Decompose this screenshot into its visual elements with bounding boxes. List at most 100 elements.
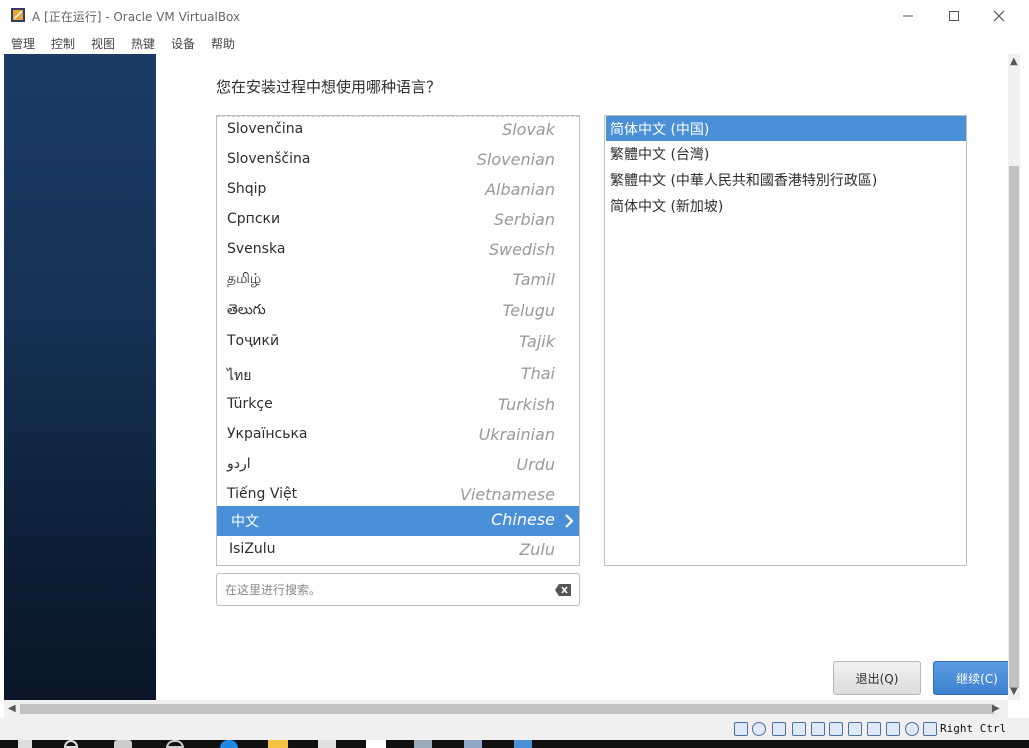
continue-button[interactable]: 继续(C) [933,661,1008,695]
cube-app-icon[interactable] [414,740,432,748]
language-row-tamil[interactable]: தமிழ் Tamil [217,266,579,296]
language-native-name: 中文 [231,514,259,530]
language-row-zulu[interactable]: IsiZulu Zulu [217,536,579,565]
window-title: A [正在运行] - Oracle VM VirtualBox [32,10,241,24]
minimize-icon [903,15,913,17]
optical-drive-icon[interactable] [752,722,766,736]
browser-icon[interactable] [166,740,184,748]
language-row-albanian[interactable]: Shqip Albanian [217,176,579,206]
locale-row[interactable]: 繁體中文 (台灣) [606,141,966,166]
language-list[interactable]: Slovenčina Slovak Slovenščina Slovenian … [216,115,580,566]
language-english-name: Slovak [502,120,555,139]
vm-display[interactable]: 您在安装过程中想使用哪种语言？ Slovenčina Slovak Sloven… [4,54,1008,700]
language-english-name: Chinese [491,510,555,529]
language-english-name: Zulu [519,540,555,559]
app-icon[interactable] [464,740,482,748]
quit-button[interactable]: 退出(Q) [833,661,921,695]
scroll-right-icon[interactable]: ▶ [992,703,1000,714]
search-input[interactable] [225,574,545,605]
horizontal-scroll-thumb[interactable] [20,704,994,714]
language-question: 您在安装过程中想使用哪种语言？ [216,78,442,96]
mouse-integration-icon[interactable] [905,722,919,736]
installer-sidebar [4,54,156,700]
language-native-name: Тоҷикӣ [227,333,280,349]
horizontal-scrollbar[interactable]: ◀ ▶ [4,700,1008,718]
network-icon[interactable] [792,722,806,736]
menu-view[interactable]: 视图 [91,35,115,52]
menu-help[interactable]: 帮助 [211,35,235,52]
language-native-name: Tiếng Việt [227,486,298,502]
virtualbox-app-icon [11,8,25,22]
audio-icon[interactable] [772,722,786,736]
language-native-name: தமிழ் [227,271,262,287]
maximize-icon [949,11,959,21]
language-row-urdu[interactable]: اردو Urdu [217,451,579,481]
menu-bar: 管理 控制 视图 热键 设备 帮助 [0,32,1029,54]
language-english-name: Thai [520,364,555,383]
language-row-swedish[interactable]: Svenska Swedish [217,236,579,266]
language-row-slovak[interactable]: Slovenčina Slovak [217,116,579,146]
mail-icon[interactable] [366,740,386,748]
language-english-name: Telugu [502,301,555,320]
task-view-icon[interactable] [114,740,132,748]
menu-manage[interactable]: 管理 [11,35,35,52]
minimize-button[interactable] [885,0,931,32]
language-row-serbian[interactable]: Српски Serbian [217,206,579,236]
title-bar[interactable]: A [正在运行] - Oracle VM VirtualBox [0,0,1029,32]
language-english-name: Vietnamese [459,485,555,504]
menu-hotkeys[interactable]: 热键 [131,35,155,52]
language-native-name: Shqip [227,181,267,197]
usb-icon[interactable] [811,722,825,736]
language-row-thai[interactable]: ไทย Thai [217,360,579,390]
language-english-name: Tajik [518,332,555,351]
shared-folders-icon[interactable] [829,722,843,736]
language-native-name: IsiZulu [229,541,276,557]
display-icon[interactable] [848,722,862,736]
edge-icon[interactable] [220,740,238,748]
maximize-button[interactable] [931,0,977,32]
language-native-name: Українська [227,426,308,442]
language-english-name: Ukrainian [478,425,555,444]
language-native-name: Türkçe [227,396,273,412]
locale-row[interactable]: 繁體中文 (中華人民共和國香港特別行政區) [606,167,966,192]
language-row-ukrainian[interactable]: Українська Ukrainian [217,421,579,451]
menu-control[interactable]: 控制 [51,35,75,52]
language-native-name: اردو [227,456,251,472]
hard-disk-icon[interactable] [734,722,748,736]
video-capture-icon[interactable] [867,722,881,736]
file-explorer-icon[interactable] [268,740,288,748]
language-row-telugu[interactable]: తెలుగు Telugu [217,297,579,327]
scroll-up-icon[interactable]: ▲ [1010,56,1018,67]
vertical-scroll-thumb[interactable] [1009,166,1019,688]
windows-taskbar [0,740,1029,748]
language-row-slovenian[interactable]: Slovenščina Slovenian [217,146,579,176]
store-icon[interactable] [318,740,336,748]
locale-list[interactable]: 简体中文 (中国) 繁體中文 (台灣) 繁體中文 (中華人民共和國香港特別行政區… [604,115,967,566]
keyboard-capture-icon[interactable] [923,722,937,736]
scroll-down-icon[interactable]: ▼ [1010,686,1018,697]
virtualbox-taskbar-icon[interactable] [514,740,532,748]
vertical-scrollbar[interactable]: ▲ ▼ [1008,54,1020,700]
menu-devices[interactable]: 设备 [171,35,195,52]
start-icon[interactable] [18,740,32,748]
language-native-name: ไทย [227,368,252,384]
language-english-name: Albanian [485,180,555,199]
language-row-tajik[interactable]: Тоҷикӣ Tajik [217,328,579,358]
language-row-turkish[interactable]: Türkçe Turkish [217,391,579,421]
locale-row[interactable]: 简体中文 (新加坡) [606,193,966,218]
close-button[interactable] [976,0,1022,32]
close-icon [993,10,1005,22]
clear-search-icon[interactable] [555,584,571,596]
language-native-name: తెలుగు [227,302,266,318]
locale-row[interactable]: 简体中文 (中国) [606,116,966,141]
language-native-name: Slovenčina [227,121,304,137]
locale-label: 简体中文 (新加坡) [610,199,724,215]
language-english-name: Slovenian [476,150,555,169]
language-row-chinese[interactable]: 中文 Chinese [217,506,579,536]
locale-label: 繁體中文 (中華人民共和國香港特別行政區) [610,173,878,189]
search-icon[interactable] [64,740,78,748]
scroll-left-icon[interactable]: ◀ [8,703,16,714]
language-search [216,573,580,606]
virtualization-icon[interactable] [886,722,900,736]
host-key-label: Right Ctrl [940,722,1007,735]
